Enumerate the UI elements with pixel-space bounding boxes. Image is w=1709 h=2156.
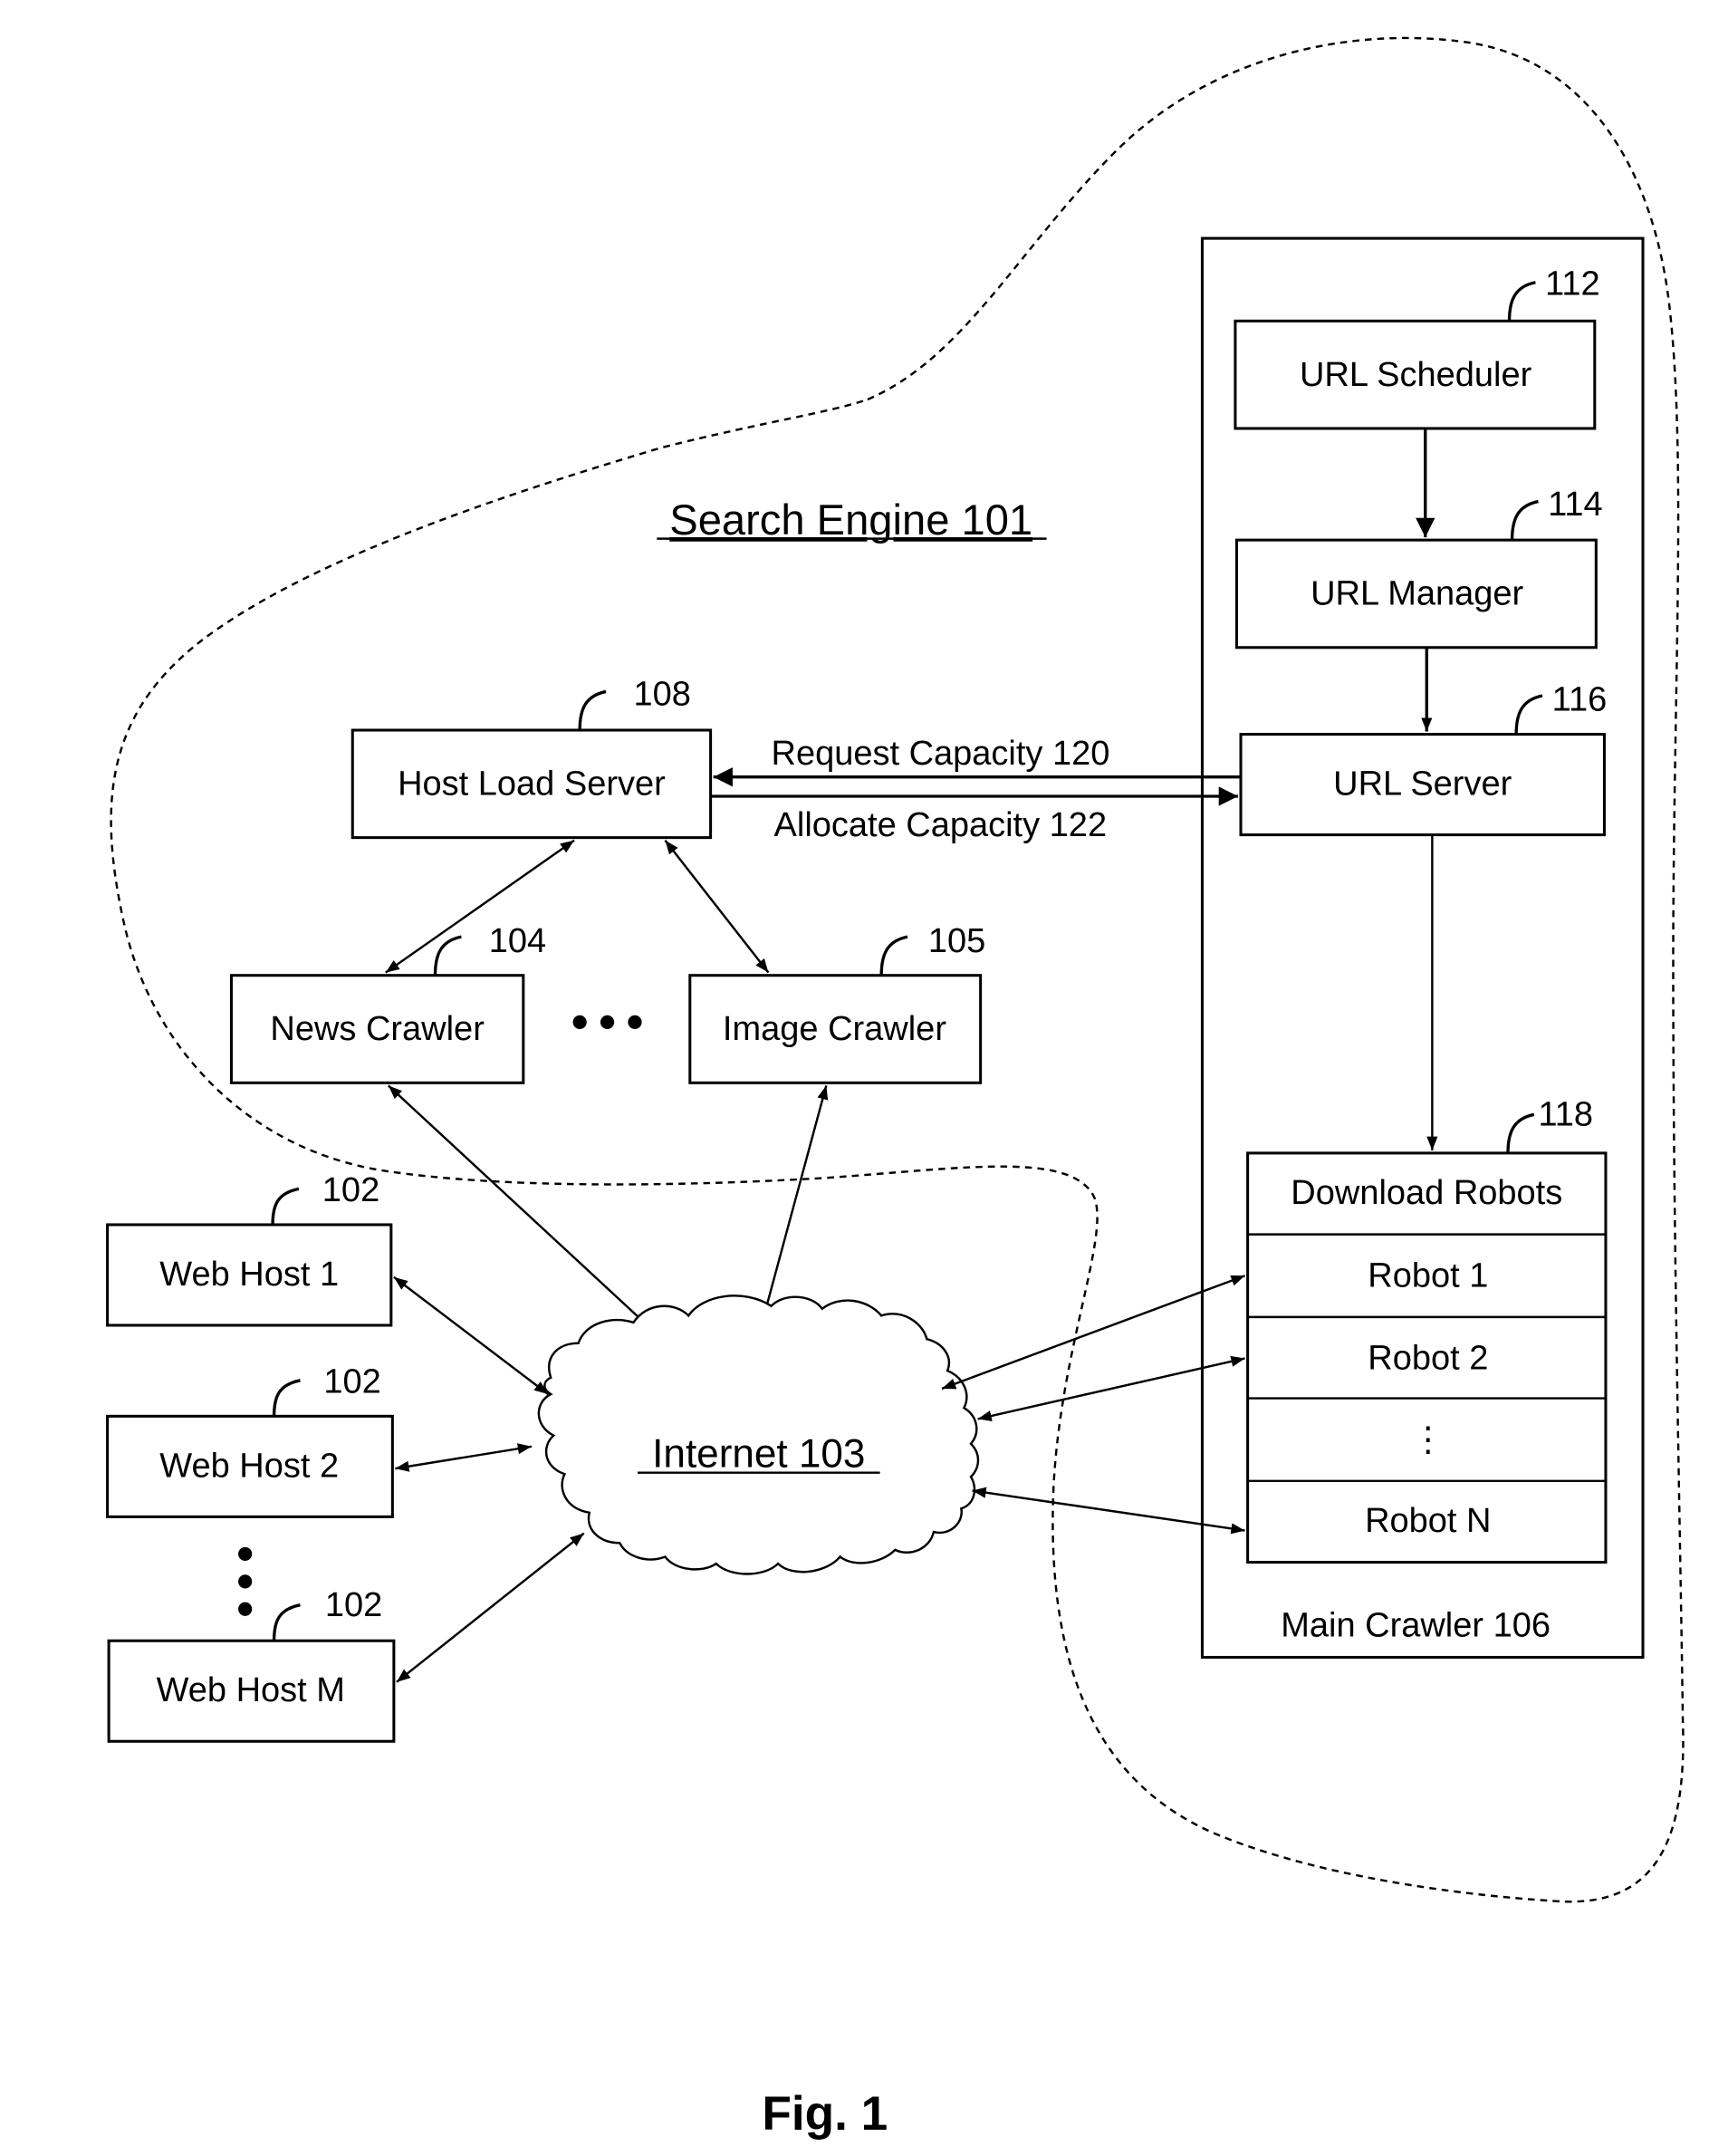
search-engine-label: Search Engine 101 — [669, 496, 1032, 544]
crawler-architecture-diagram: Search Engine 101 Main Crawler 106 URL S… — [106, 36, 1685, 2141]
host-load-server-ref-leader — [578, 689, 607, 731]
url-scheduler-label: URL Scheduler — [1300, 356, 1532, 394]
url-manager-label: URL Manager — [1311, 575, 1523, 613]
allocate-capacity-label: Allocate Capacity 122 — [774, 806, 1108, 844]
web-host-1-internet-arrow — [393, 1275, 549, 1395]
web-host-1-label: Web Host 1 — [159, 1256, 339, 1294]
download-robots-ref: 118 — [1538, 1095, 1593, 1133]
crawler-ellipsis-icon — [572, 1015, 642, 1030]
download-robots-label: Download Robots — [1291, 1174, 1562, 1212]
main-crawler-label: Main Crawler 106 — [1281, 1607, 1551, 1645]
url-server-ref: 116 — [1552, 681, 1608, 719]
web-host-2[interactable]: Web Host 2 102 — [106, 1362, 394, 1518]
news-crawler-ref: 104 — [489, 922, 546, 960]
web-host-2-internet-arrow — [395, 1443, 533, 1472]
news-crawler[interactable]: News Crawler 104 — [229, 922, 546, 1084]
web-host-1-ref-leader — [271, 1187, 300, 1225]
url-server-label: URL Server — [1333, 765, 1512, 803]
hls-image-crawler-arrow — [664, 839, 770, 974]
url-scheduler-ref: 112 — [1545, 265, 1600, 303]
web-host-m-internet-arrow — [396, 1532, 585, 1683]
robot-1[interactable]: Robot 1 — [1368, 1256, 1488, 1295]
news-crawler-ref-leader — [433, 935, 462, 976]
news-crawler-label: News Crawler — [270, 1010, 485, 1048]
figure-label: Fig. 1 — [762, 2087, 888, 2141]
web-host-2-ref: 102 — [323, 1362, 380, 1400]
robot-n[interactable]: Robot N — [1365, 1502, 1491, 1540]
web-host-1[interactable]: Web Host 1 102 — [106, 1171, 393, 1327]
web-host-m-label: Web Host M — [157, 1671, 345, 1709]
web-host-2-ref-leader — [272, 1379, 301, 1417]
web-host-m-ref-leader — [272, 1603, 301, 1641]
url-manager-ref: 114 — [1548, 486, 1603, 524]
web-host-1-ref: 102 — [322, 1171, 379, 1209]
image-crawler-ref: 105 — [928, 922, 985, 960]
image-crawler-ref-leader — [879, 935, 908, 976]
internet-cloud[interactable]: Internet 103 — [537, 1295, 980, 1575]
web-host-ellipsis-icon — [238, 1546, 253, 1616]
robot-ellipsis: ⋮ — [1411, 1420, 1445, 1458]
host-load-server-label: Host Load Server — [398, 765, 666, 803]
internet-label: Internet 103 — [652, 1432, 865, 1477]
image-crawler[interactable]: Image Crawler 105 — [688, 922, 985, 1084]
download-robots[interactable]: Download Robots Robot 1 Robot 2 ⋮ Robot … — [1246, 1095, 1608, 1564]
robot-2[interactable]: Robot 2 — [1368, 1340, 1488, 1378]
host-load-server[interactable]: Host Load Server 108 — [350, 676, 713, 840]
host-load-server-ref: 108 — [633, 676, 690, 714]
request-capacity-label: Request Capacity 120 — [772, 735, 1110, 773]
image-crawler-label: Image Crawler — [723, 1010, 946, 1048]
web-host-m-ref: 102 — [325, 1586, 382, 1624]
web-host-2-label: Web Host 2 — [159, 1447, 339, 1485]
robot-1-internet-arrow — [941, 1275, 1246, 1391]
